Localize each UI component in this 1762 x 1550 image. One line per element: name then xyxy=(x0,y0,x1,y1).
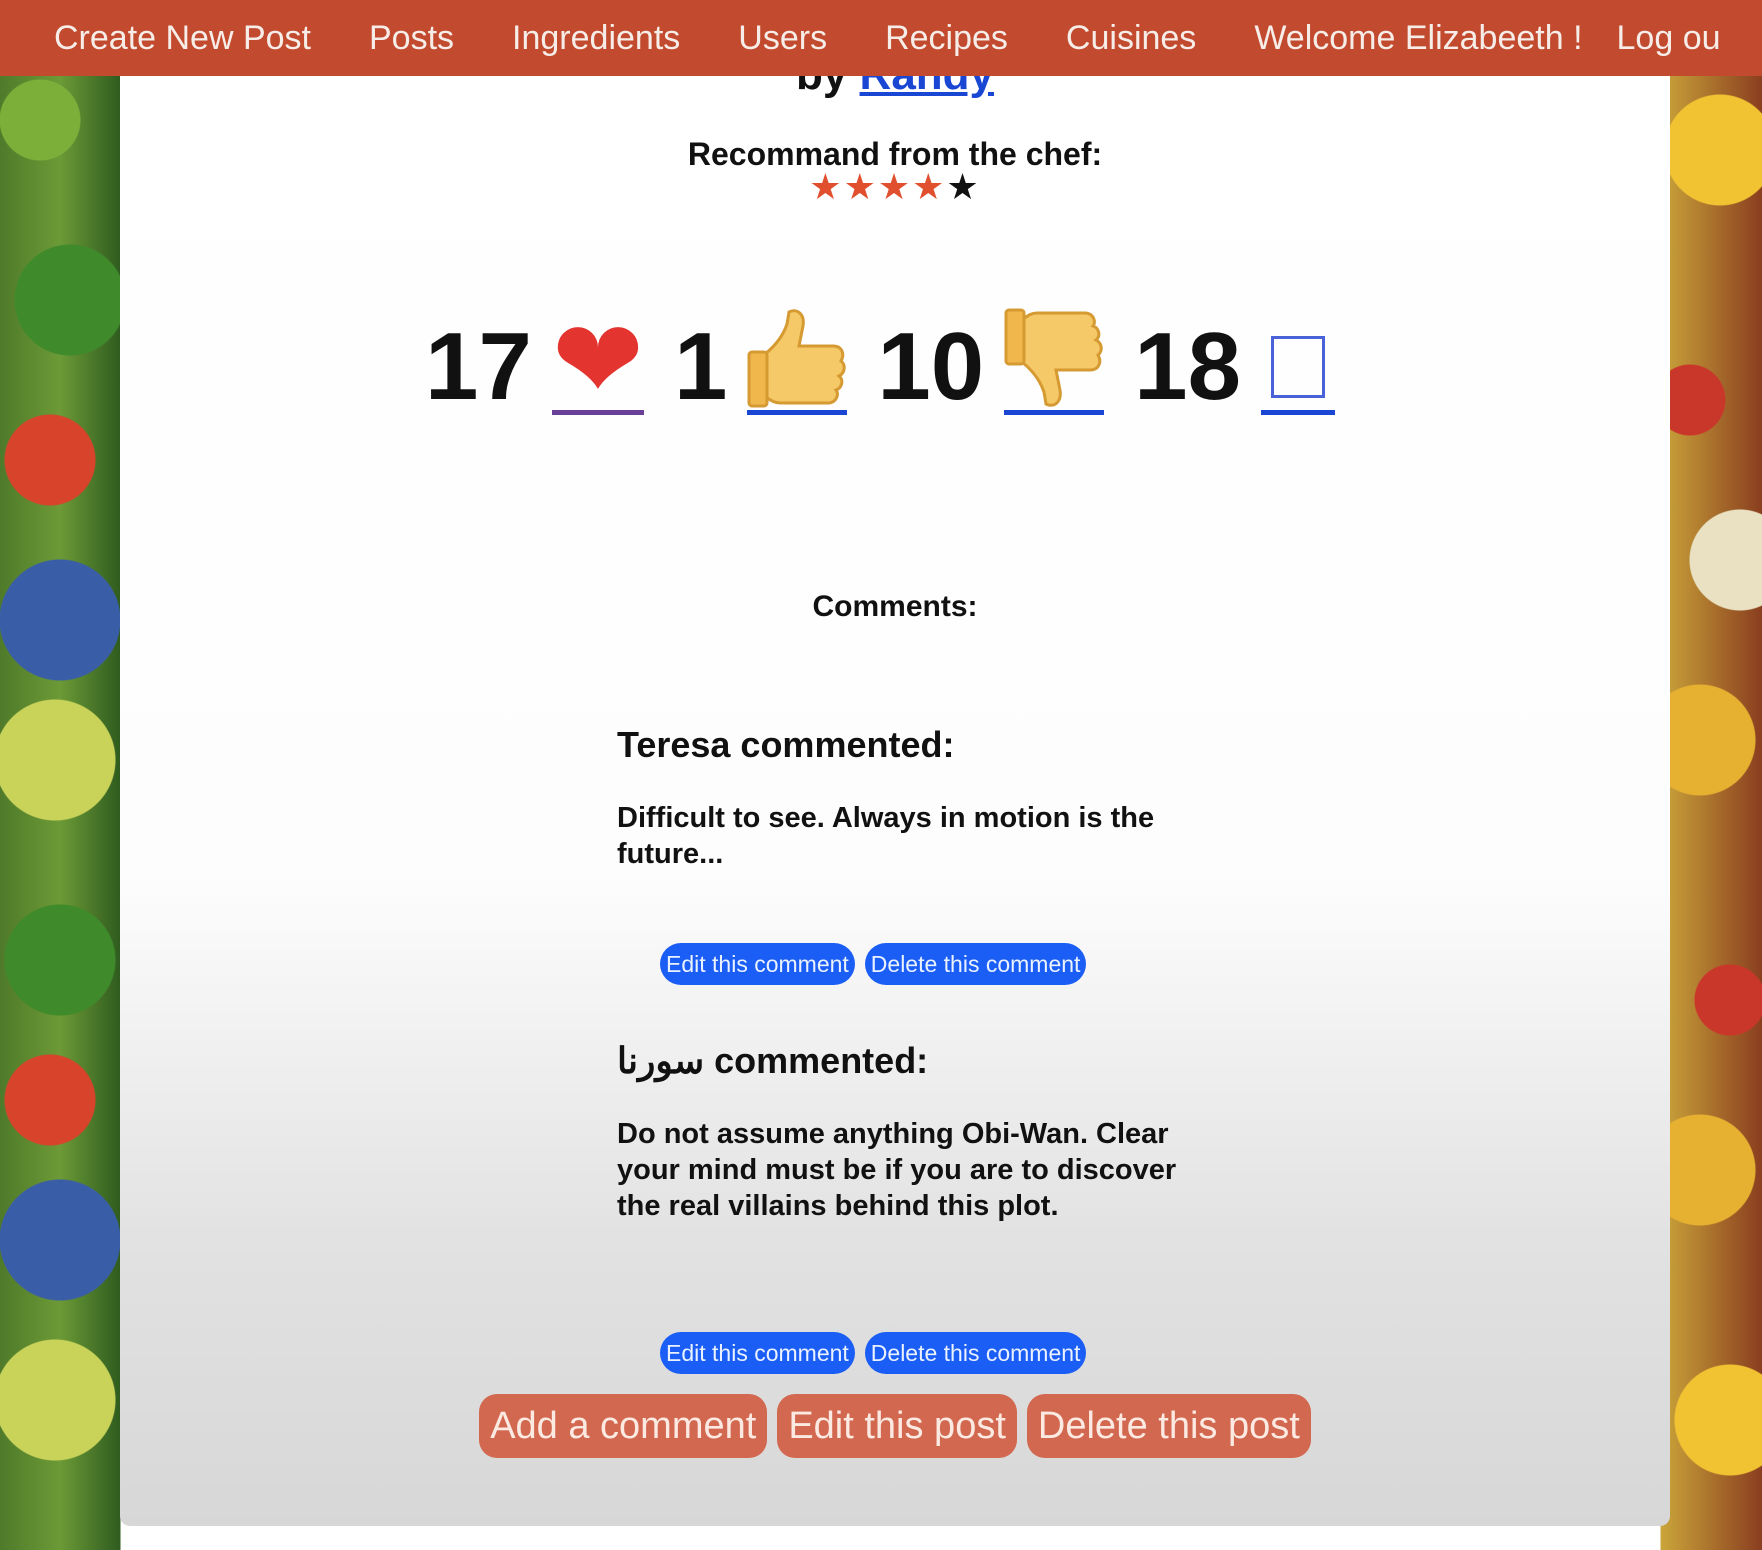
comment-item: سورنا commented: Do not assume anything … xyxy=(617,1040,1177,1224)
nav-cuisines[interactable]: Cuisines xyxy=(1066,19,1196,58)
thumbs-up-count: 1 xyxy=(674,313,728,420)
thumbs-up-reaction-button[interactable] xyxy=(747,306,848,415)
comments-heading: Comments: xyxy=(812,590,978,623)
welcome-message: Welcome Elizabeeth ! xyxy=(1254,18,1583,57)
reaction-bar: 17 ❤ 1 10 18 xyxy=(120,299,1670,422)
post-card: by Randy Recommand from the chef: ★★★★★ … xyxy=(120,76,1670,1526)
post-actions: Add a comment Edit this post Delete this… xyxy=(120,1394,1670,1458)
nav-log-out[interactable]: Log ou xyxy=(1617,19,1721,58)
comment-author: Teresa commented: xyxy=(617,724,955,765)
post-author-link[interactable]: Randy xyxy=(860,76,994,99)
thumbs-down-count: 10 xyxy=(877,313,985,420)
nav-posts[interactable]: Posts xyxy=(369,19,454,58)
comment-body: Difficult to see. Always in motion is th… xyxy=(617,802,1155,870)
add-comment-button[interactable]: Add a comment xyxy=(479,1394,768,1458)
edit-comment-button[interactable]: Edit this comment xyxy=(660,943,855,985)
comment-author: سورنا commented: xyxy=(617,1040,929,1081)
delete-comment-button[interactable]: Delete this comment xyxy=(864,1332,1087,1374)
delete-post-button[interactable]: Delete this post xyxy=(1026,1394,1311,1458)
thumbs-down-reaction-button[interactable] xyxy=(1004,306,1105,415)
comment-item: Teresa commented: Difficult to see. Alwa… xyxy=(617,724,1177,872)
comment-body: Do not assume anything Obi-Wan. Clear yo… xyxy=(617,1118,1177,1222)
star-filled-icon: ★ xyxy=(877,166,913,207)
star-empty-icon: ★ xyxy=(946,166,981,207)
chef-rating-stars: ★★★★★ xyxy=(120,166,1670,208)
post-byline: by Randy xyxy=(120,76,1670,100)
nav-create-new-post[interactable]: Create New Post xyxy=(54,19,311,58)
star-filled-icon: ★ xyxy=(809,166,844,207)
nav-users[interactable]: Users xyxy=(738,19,827,58)
star-filled-icon: ★ xyxy=(912,166,947,207)
missing-glyph-icon xyxy=(1270,336,1325,398)
unknown-reaction-button[interactable] xyxy=(1260,336,1335,415)
star-filled-icon: ★ xyxy=(843,166,878,207)
unknown-reaction-count: 18 xyxy=(1134,313,1241,420)
comment-actions: Edit this comment Delete this comment xyxy=(660,943,1087,985)
comment-actions: Edit this comment Delete this comment xyxy=(660,1332,1087,1374)
heart-reaction-button[interactable]: ❤ xyxy=(551,299,644,422)
byline-prefix: by xyxy=(796,76,847,99)
likes-count: 17 xyxy=(425,313,532,420)
delete-comment-button[interactable]: Delete this comment xyxy=(864,943,1087,985)
edit-post-button[interactable]: Edit this post xyxy=(777,1394,1017,1458)
heart-icon: ❤ xyxy=(551,299,644,422)
nav-ingredients[interactable]: Ingredients xyxy=(512,19,680,58)
nav-recipes[interactable]: Recipes xyxy=(885,19,1008,58)
thumbs-up-icon xyxy=(747,309,847,408)
edit-comment-button[interactable]: Edit this comment xyxy=(660,1332,855,1374)
thumbs-down-icon xyxy=(1004,308,1103,407)
top-navbar: Create New Post Posts Ingredients Users … xyxy=(0,0,1762,76)
